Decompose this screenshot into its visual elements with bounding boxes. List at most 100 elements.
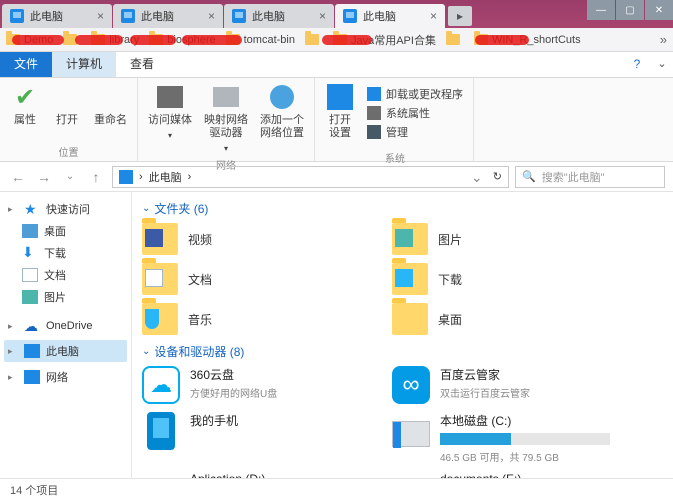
address-bar[interactable]: › 此电脑 › ⌄ ↻ bbox=[112, 166, 509, 188]
pc-icon bbox=[343, 9, 357, 23]
phone-icon bbox=[142, 412, 180, 450]
ribbon-tab-view[interactable]: 查看 bbox=[116, 51, 168, 77]
recent-dropdown-button[interactable]: ⌄ bbox=[60, 167, 80, 187]
bookmark-item[interactable] bbox=[305, 34, 323, 45]
tab-4-active[interactable]: 此电脑 × bbox=[335, 4, 445, 28]
title-bar: 此电脑× 此电脑× 此电脑× 此电脑× ▸ — ▢ ✕ bbox=[0, 0, 673, 28]
document-icon bbox=[22, 268, 38, 282]
forward-button[interactable]: → bbox=[34, 167, 54, 187]
close-window-button[interactable]: ✕ bbox=[645, 0, 673, 20]
properties-button[interactable]: ✔属性 bbox=[10, 82, 40, 127]
close-icon[interactable]: × bbox=[430, 9, 437, 23]
folder-documents[interactable]: 文档 bbox=[142, 263, 372, 295]
folder-icon bbox=[392, 223, 428, 255]
drive-360[interactable]: ☁360云盘方便好用的网络U盘 bbox=[142, 366, 372, 404]
access-media-button[interactable]: 访问媒体▾ bbox=[148, 82, 192, 142]
ribbon-tab-row: 文件 计算机 查看 ? ⌄ bbox=[0, 52, 673, 78]
sidebar-thispc[interactable]: ▸此电脑 bbox=[4, 340, 127, 362]
add-network-location-button[interactable]: 添加一个 网络位置 bbox=[260, 82, 304, 140]
close-icon[interactable]: × bbox=[97, 9, 104, 23]
redaction bbox=[322, 35, 372, 45]
cloud-icon: ∞ bbox=[392, 366, 430, 404]
download-icon bbox=[395, 269, 413, 287]
folder-pictures[interactable]: 图片 bbox=[392, 223, 622, 255]
search-input[interactable]: 🔍 搜索"此电脑" bbox=[515, 166, 665, 188]
folders-header[interactable]: ⌄文件夹 (6) bbox=[142, 200, 663, 217]
sidebar-network[interactable]: ▸网络 bbox=[4, 366, 127, 388]
open-button[interactable]: 打开 bbox=[52, 82, 82, 127]
drives-header[interactable]: ⌄设备和驱动器 (8) bbox=[142, 343, 663, 360]
sidebar-quick-access[interactable]: ▸★快速访问 bbox=[4, 198, 127, 220]
drive-icon bbox=[211, 82, 241, 112]
sidebar-downloads[interactable]: ⬇下载 bbox=[4, 242, 127, 264]
up-button[interactable]: ↑ bbox=[86, 167, 106, 187]
document-icon bbox=[145, 269, 163, 287]
redaction bbox=[475, 35, 529, 45]
settings-icon bbox=[325, 82, 355, 112]
drive-phone[interactable]: 我的手机 bbox=[142, 412, 372, 464]
more-bookmarks-button[interactable]: » bbox=[660, 32, 667, 47]
properties-icon bbox=[367, 106, 381, 120]
folder-videos[interactable]: 视频 bbox=[142, 223, 372, 255]
desktop-icon bbox=[22, 224, 38, 238]
drive-icon bbox=[392, 412, 430, 450]
ribbon-tab-computer[interactable]: 计算机 bbox=[52, 51, 116, 77]
item-count: 14 个项目 bbox=[10, 482, 58, 498]
drives-section: ⌄设备和驱动器 (8) ☁360云盘方便好用的网络U盘 ∞百度云管家双击运行百度… bbox=[142, 343, 663, 478]
picture-icon bbox=[22, 290, 38, 304]
manage-button[interactable]: 管理 bbox=[367, 124, 463, 140]
drive-d[interactable]: Aplication (D:) bbox=[142, 472, 372, 478]
check-icon: ✔ bbox=[10, 82, 40, 112]
tab-1[interactable]: 此电脑× bbox=[2, 4, 112, 28]
tab-label: 此电脑 bbox=[363, 8, 396, 24]
breadcrumb-location[interactable]: 此电脑 bbox=[149, 169, 182, 185]
folder-icon bbox=[142, 263, 178, 295]
drive-baidu[interactable]: ∞百度云管家双击运行百度云管家 bbox=[392, 366, 622, 404]
chevron-down-icon: ▾ bbox=[168, 129, 172, 142]
address-dropdown-button[interactable]: ⌄ bbox=[467, 167, 487, 187]
pc-icon bbox=[121, 9, 135, 23]
back-button[interactable]: ← bbox=[8, 167, 28, 187]
breadcrumb-sep: › bbox=[188, 171, 192, 183]
drive-c[interactable]: 本地磁盘 (C:)46.5 GB 可用，共 79.5 GB bbox=[392, 412, 622, 464]
rename-button[interactable]: 重命名 bbox=[94, 82, 127, 127]
maximize-button[interactable]: ▢ bbox=[616, 0, 644, 20]
sidebar-onedrive[interactable]: ▸☁OneDrive bbox=[4, 316, 127, 336]
close-icon[interactable]: × bbox=[319, 9, 326, 23]
tab-2[interactable]: 此电脑× bbox=[113, 4, 223, 28]
drive-icon bbox=[392, 472, 430, 478]
bookmarks-bar: Demo library biosphere tomcat-bin Java常用… bbox=[0, 28, 673, 52]
video-icon bbox=[145, 229, 163, 247]
folder-desktop[interactable]: 桌面 bbox=[392, 303, 622, 335]
sidebar-desktop[interactable]: 桌面 bbox=[4, 220, 127, 242]
refresh-button[interactable]: ↻ bbox=[493, 170, 502, 183]
uninstall-button[interactable]: 卸载或更改程序 bbox=[367, 86, 463, 102]
minimize-button[interactable]: — bbox=[587, 0, 615, 20]
bookmark-item[interactable] bbox=[446, 34, 464, 45]
drive-e[interactable]: documents (E:) bbox=[392, 472, 622, 478]
nav-row: ← → ⌄ ↑ › 此电脑 › ⌄ ↻ 🔍 搜索"此电脑" bbox=[0, 162, 673, 192]
redaction bbox=[182, 35, 242, 45]
sidebar-documents[interactable]: 文档 bbox=[4, 264, 127, 286]
pc-icon bbox=[119, 170, 133, 184]
system-list: 卸载或更改程序 系统属性 管理 bbox=[367, 82, 463, 140]
help-button[interactable]: ? bbox=[623, 51, 651, 77]
music-icon bbox=[145, 309, 159, 329]
network-icon bbox=[24, 370, 40, 384]
open-settings-button[interactable]: 打开 设置 bbox=[325, 82, 355, 140]
folder-downloads[interactable]: 下载 bbox=[392, 263, 622, 295]
sidebar-pictures[interactable]: 图片 bbox=[4, 286, 127, 308]
map-drive-button[interactable]: 映射网络 驱动器▾ bbox=[204, 82, 248, 155]
chevron-down-icon: ⌄ bbox=[142, 203, 150, 214]
system-properties-button[interactable]: 系统属性 bbox=[367, 105, 463, 121]
search-icon: 🔍 bbox=[522, 170, 536, 183]
collapse-ribbon-button[interactable]: ⌄ bbox=[651, 51, 673, 77]
close-icon[interactable]: × bbox=[208, 9, 215, 23]
folder-music[interactable]: 音乐 bbox=[142, 303, 372, 335]
folder-icon bbox=[305, 34, 319, 45]
ribbon-tab-file[interactable]: 文件 bbox=[0, 51, 52, 77]
new-tab-button[interactable]: ▸ bbox=[448, 6, 472, 26]
group-label: 系统 bbox=[385, 148, 405, 165]
tab-3[interactable]: 此电脑× bbox=[224, 4, 334, 28]
open-icon bbox=[52, 82, 82, 112]
